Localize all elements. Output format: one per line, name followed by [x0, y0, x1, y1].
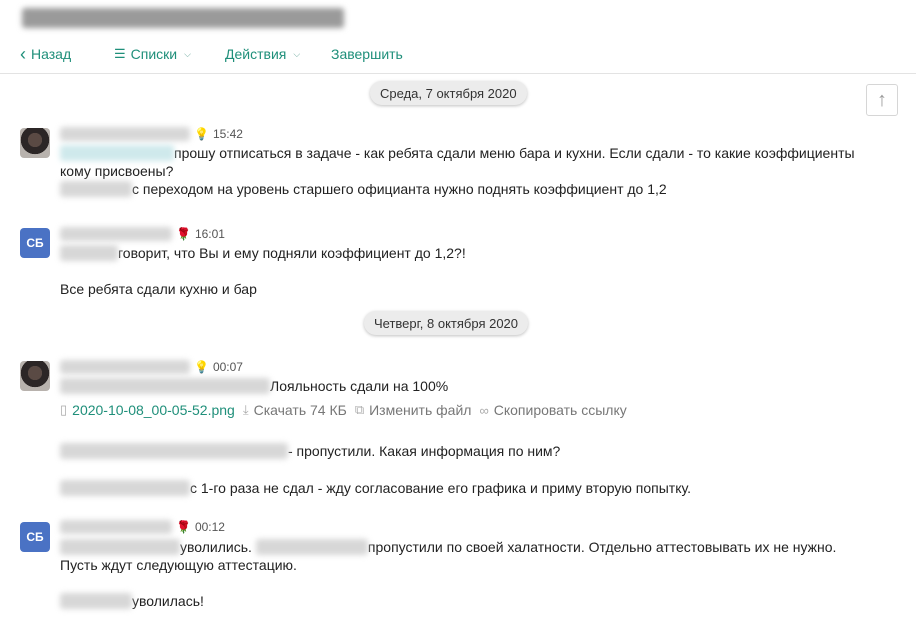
edit-file-button[interactable]: ⧉ Изменить файл	[355, 402, 472, 418]
copy-link-button[interactable]: ∞ Скопировать ссылку	[479, 402, 626, 418]
date-separator: Четверг, 8 октября 2020	[364, 311, 529, 335]
date-label: Среда, 7 октября 2020	[380, 85, 517, 101]
names-redacted	[60, 443, 288, 459]
message-line: Все ребята сдали кухню и бар	[60, 281, 257, 297]
arrow-up-icon: ↑	[877, 88, 887, 111]
message-line: - пропустили. Какая информация по ним?	[60, 443, 560, 459]
message-header: 🌹 16:01	[60, 227, 225, 241]
avatar[interactable]	[20, 128, 50, 158]
chevron-down-icon: ⌵	[184, 48, 191, 59]
actions-menu-button[interactable]: Действия ⌵	[225, 46, 300, 62]
message-line: кому присвоены?	[60, 163, 173, 179]
message-line: прошу отписаться в задаче - как ребята с…	[60, 145, 855, 161]
lightbulb-icon: 💡	[194, 127, 209, 141]
message-time: 00:12	[194, 520, 225, 534]
message-text: Пусть ждут следующую аттестацию.	[60, 557, 297, 573]
message-header: 💡 00:07	[60, 360, 243, 374]
message-text: прошу отписаться в задаче - как ребята с…	[174, 145, 855, 161]
download-button[interactable]: ⤓ Скачать 74 КБ	[243, 402, 347, 418]
date-label: Четверг, 8 октября 2020	[374, 315, 519, 331]
names-redacted	[255, 539, 368, 555]
file-attachment: ▯ 2020-10-08_00-05-52.png ⤓ Скачать 74 К…	[60, 401, 627, 419]
name-redacted	[60, 593, 132, 609]
message-line: Лояльность сдали на 100%	[60, 378, 448, 394]
edit-file-label: Изменить файл	[369, 402, 472, 418]
finish-label: Завершить	[331, 46, 403, 62]
date-separator: Среда, 7 октября 2020	[370, 81, 527, 105]
message-line: уволилась!	[60, 593, 204, 609]
back-button[interactable]: ‹ Назад	[20, 44, 72, 64]
message-time: 16:01	[194, 227, 225, 241]
rose-icon: 🌹	[176, 520, 191, 534]
message-text: кому присвоены?	[60, 163, 174, 179]
message-time: 00:07	[212, 360, 243, 374]
author-name-redacted[interactable]	[60, 360, 190, 374]
mention-redacted[interactable]	[60, 145, 174, 161]
message-line: с переходом на уровень старшего официант…	[60, 181, 667, 197]
author-name-redacted[interactable]	[60, 520, 172, 534]
copy-link-label: Скопировать ссылку	[493, 402, 627, 418]
message-line: Пусть ждут следующую аттестацию.	[60, 557, 297, 573]
message-text: говорит, что Вы и ему подняли коэффициен…	[118, 245, 466, 261]
chevron-down-icon: ⌵	[293, 48, 301, 59]
author-name-redacted[interactable]	[60, 227, 172, 241]
toolbar: ‹ Назад ☰ Списки ⌵ Действия ⌵ Завершить	[0, 38, 916, 74]
edit-file-icon: ⧉	[354, 402, 365, 417]
message-text: пропустили по своей халатности. Отдельно…	[367, 539, 837, 555]
rose-icon: 🌹	[176, 227, 191, 241]
message-header: 🌹 00:12	[60, 520, 225, 534]
message-text: с 1-го раза не сдал - жду согласование е…	[190, 480, 691, 496]
message-line: говорит, что Вы и ему подняли коэффициен…	[60, 245, 466, 261]
message-text: с переходом на уровень старшего официант…	[132, 181, 667, 197]
page-title-redacted	[22, 8, 344, 28]
message-header: 💡 15:42	[60, 127, 243, 141]
scroll-top-button[interactable]: ↑	[866, 84, 898, 116]
avatar-initials: СБ	[26, 530, 44, 544]
message-line: с 1-го раза не сдал - жду согласование е…	[60, 480, 691, 496]
name-redacted	[60, 181, 132, 197]
list-icon: ☰	[114, 46, 126, 61]
actions-label: Действия	[225, 46, 287, 62]
file-name-link[interactable]: 2020-10-08_00-05-52.png	[72, 402, 235, 418]
name-redacted	[60, 245, 118, 261]
download-icon: ⤓	[242, 402, 249, 417]
download-label: Скачать 74 КБ	[253, 402, 347, 418]
message-text: уволилась!	[132, 593, 204, 609]
names-redacted	[60, 539, 180, 555]
link-icon: ∞	[479, 402, 489, 418]
message-line: уволились. пропустили по своей халатност…	[60, 539, 836, 555]
author-name-redacted[interactable]	[60, 127, 190, 141]
names-redacted	[60, 378, 270, 394]
back-label: Назад	[31, 46, 72, 62]
file-icon: ▯	[60, 402, 68, 417]
avatar[interactable]: СБ	[20, 522, 50, 552]
message-text: - пропустили. Какая информация по ним?	[288, 443, 561, 459]
message-time: 15:42	[212, 127, 243, 141]
avatar[interactable]: СБ	[20, 228, 50, 258]
lightbulb-icon: 💡	[194, 360, 209, 374]
finish-button[interactable]: Завершить	[331, 46, 403, 62]
message-text: уволились.	[180, 539, 252, 555]
chevron-left-icon: ‹	[20, 44, 26, 64]
avatar-initials: СБ	[26, 236, 44, 250]
avatar[interactable]	[20, 361, 50, 391]
message-text: Все ребята сдали кухню и бар	[60, 281, 257, 297]
lists-menu-button[interactable]: ☰ Списки ⌵	[114, 46, 191, 62]
message-text: Лояльность сдали на 100%	[270, 378, 449, 394]
name-redacted	[60, 480, 190, 496]
lists-label: Списки	[130, 46, 178, 62]
